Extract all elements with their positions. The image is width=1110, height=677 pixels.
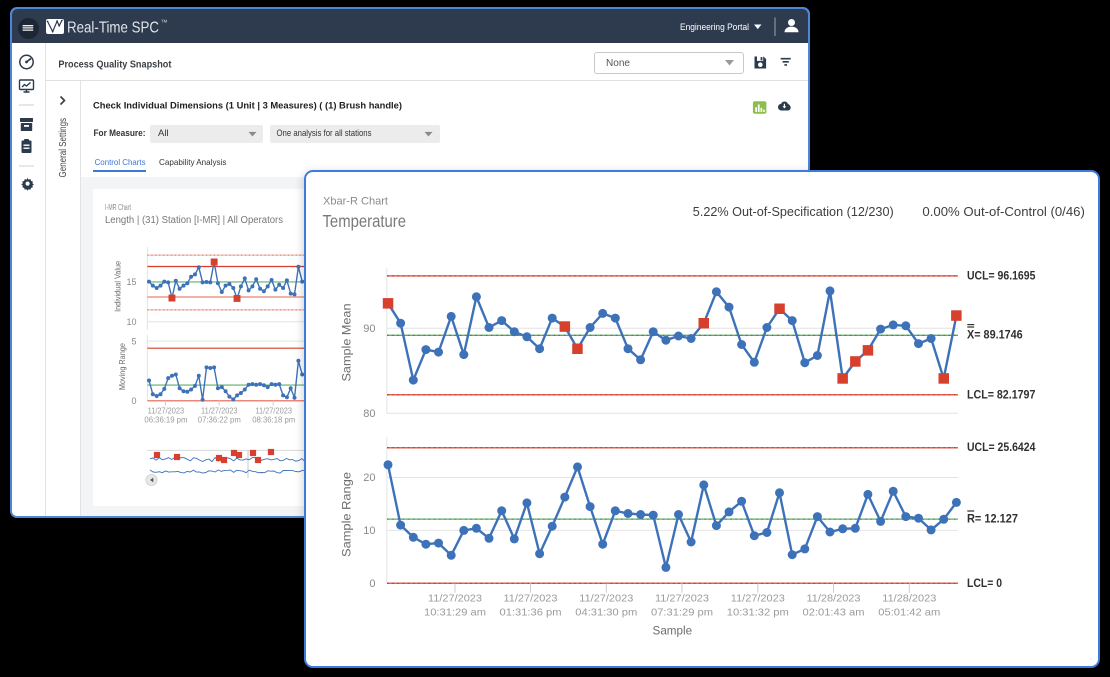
- svg-text:80: 80: [363, 408, 375, 420]
- svg-text:Real-Time SPC: Real-Time SPC: [67, 20, 159, 37]
- svg-text:90: 90: [363, 323, 375, 335]
- svg-text:11/27/2023: 11/27/2023: [504, 593, 558, 605]
- svg-text:Check Individual Dimensions (1: Check Individual Dimensions (1 Unit | 3 …: [93, 101, 402, 112]
- svg-text:All: All: [158, 128, 169, 139]
- svg-text:Xbar-R Chart: Xbar-R Chart: [323, 195, 388, 207]
- svg-text:01:31:36 pm: 01:31:36 pm: [500, 607, 562, 619]
- svg-text:Temperature: Temperature: [323, 211, 407, 231]
- svg-text:Process Quality Snapshot: Process Quality Snapshot: [58, 58, 171, 70]
- svg-text:™: ™: [161, 20, 168, 27]
- svg-text:11/28/2023: 11/28/2023: [882, 593, 936, 605]
- svg-text:One analysis for all stations: One analysis for all stations: [277, 128, 372, 139]
- svg-text:11/28/2023: 11/28/2023: [807, 593, 861, 605]
- svg-text:0: 0: [369, 578, 375, 590]
- svg-text:10: 10: [363, 525, 375, 537]
- svg-text:20: 20: [363, 472, 375, 484]
- svg-text:UCL= 25.6424: UCL= 25.6424: [967, 442, 1036, 454]
- svg-text:R= 12.127: R= 12.127: [967, 514, 1018, 526]
- svg-text:For Measure:: For Measure:: [94, 128, 146, 139]
- svg-text:UCL= 96.1695: UCL= 96.1695: [967, 271, 1036, 283]
- svg-text:General Settings: General Settings: [58, 118, 69, 178]
- svg-text:Control Charts: Control Charts: [95, 157, 146, 167]
- svg-text:0.00% Out-of-Control (0/46): 0.00% Out-of-Control (0/46): [922, 205, 1085, 219]
- svg-text:None: None: [606, 58, 630, 69]
- svg-text:LCL= 82.1797: LCL= 82.1797: [967, 390, 1035, 402]
- svg-text:05:01:42 am: 05:01:42 am: [878, 607, 940, 619]
- svg-text:10:31:29 am: 10:31:29 am: [424, 607, 486, 619]
- svg-text:11/27/2023: 11/27/2023: [731, 593, 785, 605]
- svg-text:10:31:32 pm: 10:31:32 pm: [727, 607, 789, 619]
- svg-text:07:31:29 pm: 07:31:29 pm: [651, 607, 713, 619]
- svg-text:Sample: Sample: [653, 624, 693, 638]
- svg-text:5.22% Out-of-Specification (12: 5.22% Out-of-Specification (12/230): [693, 205, 894, 219]
- svg-text:11/27/2023: 11/27/2023: [655, 593, 709, 605]
- svg-text:02:01:43 am: 02:01:43 am: [803, 607, 865, 619]
- svg-text:Sample Range: Sample Range: [342, 472, 354, 557]
- svg-text:11/27/2023: 11/27/2023: [579, 593, 633, 605]
- svg-text:11/27/2023: 11/27/2023: [428, 593, 482, 605]
- svg-text:04:31:30 pm: 04:31:30 pm: [575, 607, 637, 619]
- svg-text:Engineering Portal: Engineering Portal: [680, 22, 749, 33]
- svg-text:X= 89.1746: X= 89.1746: [967, 330, 1023, 342]
- svg-text:LCL= 0: LCL= 0: [967, 578, 1002, 590]
- svg-text:Capability Analysis: Capability Analysis: [159, 157, 226, 167]
- svg-text:Sample Mean: Sample Mean: [342, 304, 354, 382]
